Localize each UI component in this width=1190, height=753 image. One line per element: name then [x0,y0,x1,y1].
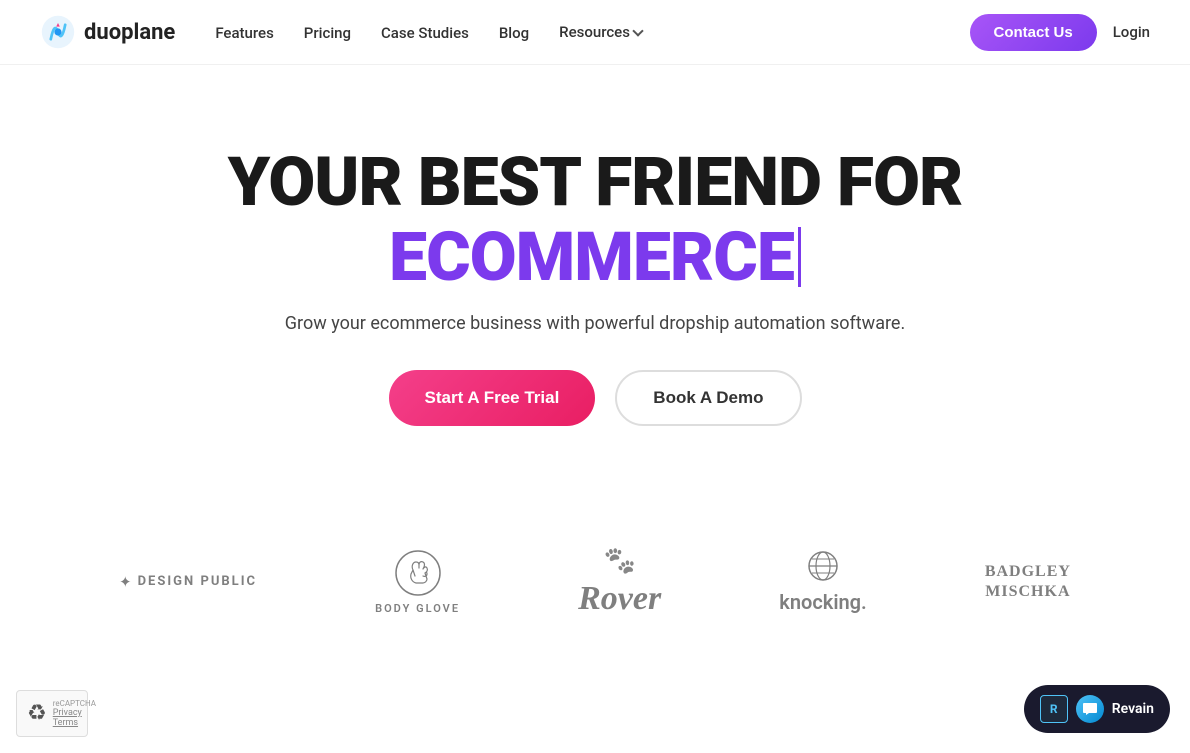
logo-body-glove: BODY GLOVE [375,548,460,615]
hero-cursor [798,227,801,287]
revain-logo-icon: R [1040,695,1068,723]
nav-item-pricing[interactable]: Pricing [304,23,351,42]
recaptcha-badge: ♻ reCAPTCHA Privacy Terms [16,690,88,737]
nav-item-resources[interactable]: Resources [559,23,642,41]
design-public-icon: ✦ [119,573,132,591]
book-demo-button[interactable]: Book A Demo [615,370,801,426]
nav-item-blog[interactable]: Blog [499,23,529,42]
knocking-text: knocking. [779,590,866,614]
nav-link-pricing[interactable]: Pricing [304,24,351,42]
nav-link-blog[interactable]: Blog [499,24,529,42]
chat-widget-label: Revain [1112,701,1154,717]
body-glove-text: BODY GLOVE [375,602,460,615]
logo-text: duoplane [84,20,175,45]
hero-title-purple: ECOMMERCE [389,220,794,295]
hero-subtitle: Grow your ecommerce business with powerf… [285,313,905,334]
chevron-down-icon [632,25,643,36]
rover-paw-icon: 🐾 [603,546,635,576]
logos-section: ✦ DESIGN PUBLIC BODY GLOVE 🐾 Rover knock… [0,506,1190,658]
navbar-left: duoplane Features Pricing Case Studies B… [40,14,642,50]
nav-links: Features Pricing Case Studies Blog Resou… [215,23,642,42]
rover-text: Rover [578,580,661,618]
logo-badgley-mischka: BADGLEYMISCHKA [985,562,1071,600]
start-free-trial-button[interactable]: Start A Free Trial [389,370,596,426]
nav-item-case-studies[interactable]: Case Studies [381,23,469,42]
logo-rover: 🐾 Rover [578,546,661,618]
recaptcha-terms-link[interactable]: Terms [53,718,96,728]
hero-title-black: YOUR BEST FRIEND FOR [228,142,963,222]
body-glove-icon [393,548,443,598]
knocking-globe-icon [807,550,839,582]
login-link[interactable]: Login [1113,23,1150,41]
chat-widget[interactable]: R Revain [1024,685,1170,733]
logo-knocking: knocking. [779,550,866,614]
hero-buttons: Start A Free Trial Book A Demo [389,370,802,426]
logo-design-public: ✦ DESIGN PUBLIC [119,573,257,591]
nav-item-features[interactable]: Features [215,23,273,42]
recaptcha-links: reCAPTCHA Privacy Terms [53,699,96,728]
design-public-text: DESIGN PUBLIC [138,574,257,589]
recaptcha-privacy-link[interactable]: Privacy [53,708,96,718]
nav-link-resources[interactable]: Resources [559,23,642,41]
navbar-right: Contact Us Login [970,14,1150,51]
nav-link-case-studies[interactable]: Case Studies [381,24,469,42]
logo[interactable]: duoplane [40,14,175,50]
navbar: duoplane Features Pricing Case Studies B… [0,0,1190,65]
chat-bubble-icon [1076,695,1104,723]
hero-title-line1: YOUR BEST FRIEND FOR [228,145,963,220]
logo-icon [40,14,76,50]
hero-title-line2-wrap: ECOMMERCE [389,220,801,295]
hero-section: YOUR BEST FRIEND FOR ECOMMERCE Grow your… [0,65,1190,486]
recaptcha-icon: ♻ [27,701,47,726]
badgley-mischka-text: BADGLEYMISCHKA [985,562,1071,600]
contact-button[interactable]: Contact Us [970,14,1097,51]
nav-link-features[interactable]: Features [215,24,273,42]
